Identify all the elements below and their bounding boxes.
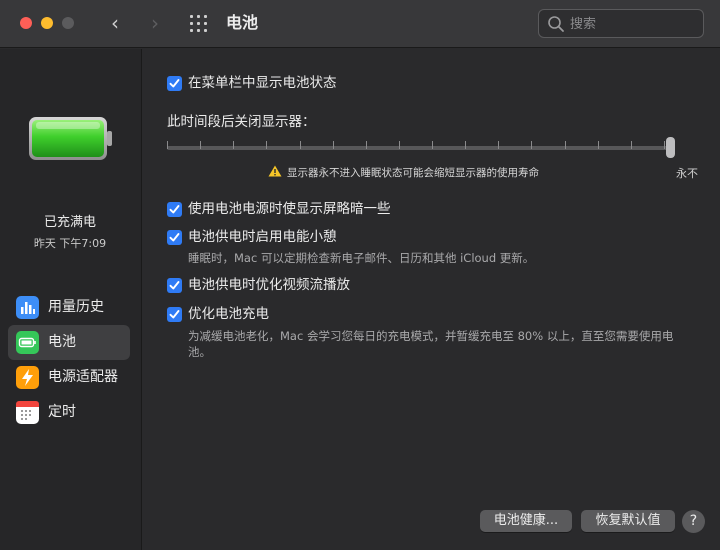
- optimize-video-label: 电池供电时优化视频流播放: [188, 277, 350, 293]
- optimize-charging-checkbox[interactable]: [167, 307, 182, 322]
- display-sleep-warning: 显示器永不进入睡眠状态可能会缩短显示器的使用寿命: [287, 167, 539, 179]
- restore-defaults-button[interactable]: 恢复默认值: [581, 510, 675, 532]
- sidebar-item-battery[interactable]: 电池: [8, 325, 130, 360]
- show-in-menubar-label: 在菜单栏中显示电池状态: [188, 75, 337, 91]
- battery-icon: [16, 331, 39, 354]
- display-sleep-slider[interactable]: [167, 146, 672, 150]
- battery-settings-pane: 在菜单栏中显示电池状态 此时间段后关闭显示器： 显示器永不进入睡眠状态可能会缩短…: [143, 49, 720, 550]
- optimize-video-checkbox[interactable]: [167, 278, 182, 293]
- zoom-window-button[interactable]: [62, 17, 74, 29]
- slider-tick: [598, 141, 599, 149]
- slider-tick: [664, 141, 665, 149]
- close-window-button[interactable]: [20, 17, 32, 29]
- dim-display-label: 使用电池电源时使显示屏略暗一些: [188, 201, 391, 217]
- battery-status-text: 已充满电: [43, 215, 96, 230]
- slider-tick: [333, 141, 334, 149]
- slider-tick: [432, 141, 433, 149]
- power-nap-checkbox[interactable]: [167, 230, 182, 245]
- battery-full-icon: [29, 117, 112, 160]
- dim-display-checkbox[interactable]: [167, 202, 182, 217]
- sidebar-item-label: 用量历史: [48, 299, 104, 315]
- show-all-grid-icon[interactable]: [190, 15, 208, 33]
- sidebar-item-label: 电池: [48, 334, 76, 350]
- battery-health-button[interactable]: 电池健康...: [480, 510, 572, 532]
- sidebar-item-power-adapter[interactable]: 电源适配器: [8, 360, 130, 395]
- show-in-menubar-checkbox[interactable]: [167, 76, 182, 91]
- slider-tick: [531, 141, 532, 149]
- warning-icon: [268, 165, 282, 177]
- sidebar-item-schedule[interactable]: 定时: [8, 395, 130, 430]
- slider-value-label: 永不: [676, 167, 698, 180]
- back-icon[interactable]: ‹: [104, 12, 126, 34]
- slider-tick: [300, 141, 301, 149]
- search-input[interactable]: [570, 14, 698, 34]
- battery-status-time: 昨天 下午7:09: [33, 237, 107, 250]
- slider-tick: [233, 141, 234, 149]
- optimize-charging-label: 优化电池充电: [188, 306, 269, 322]
- sidebar: 已充满电 昨天 下午7:09 用量历史 电池 电源适配器 定时: [0, 49, 142, 550]
- power-nap-description: 睡眠时，Mac 可以定期检查新电子邮件、日历和其他 iCloud 更新。: [188, 251, 535, 265]
- slider-tick: [167, 141, 168, 149]
- sidebar-item-label: 定时: [48, 404, 76, 420]
- optimize-charging-description: 为减缓电池老化，Mac 会学习您每日的充电模式，并暂缓充电至 80% 以上，直至…: [188, 329, 674, 359]
- help-button[interactable]: ?: [682, 510, 705, 533]
- schedule-calendar-icon: [16, 401, 39, 424]
- power-adapter-icon: [16, 366, 39, 389]
- search-icon: [548, 16, 564, 32]
- slider-tick: [565, 141, 566, 149]
- sidebar-item-usage-history[interactable]: 用量历史: [8, 290, 130, 325]
- slider-tick: [498, 141, 499, 149]
- slider-tick: [399, 141, 400, 149]
- minimize-window-button[interactable]: [41, 17, 53, 29]
- window-title: 电池: [226, 13, 259, 32]
- slider-tick: [266, 141, 267, 149]
- slider-tick: [631, 141, 632, 149]
- forward-icon[interactable]: ›: [144, 12, 166, 34]
- slider-tick: [465, 141, 466, 149]
- search-field[interactable]: [538, 9, 704, 38]
- sidebar-item-label: 电源适配器: [48, 369, 118, 385]
- display-sleep-label: 此时间段后关闭显示器：: [167, 114, 316, 130]
- slider-tick: [366, 141, 367, 149]
- power-nap-label: 电池供电时启用电能小憩: [188, 229, 337, 245]
- usage-history-icon: [16, 296, 39, 319]
- slider-thumb[interactable]: [666, 137, 675, 158]
- slider-tick: [200, 141, 201, 149]
- window-toolbar: ‹ › 电池: [0, 0, 720, 48]
